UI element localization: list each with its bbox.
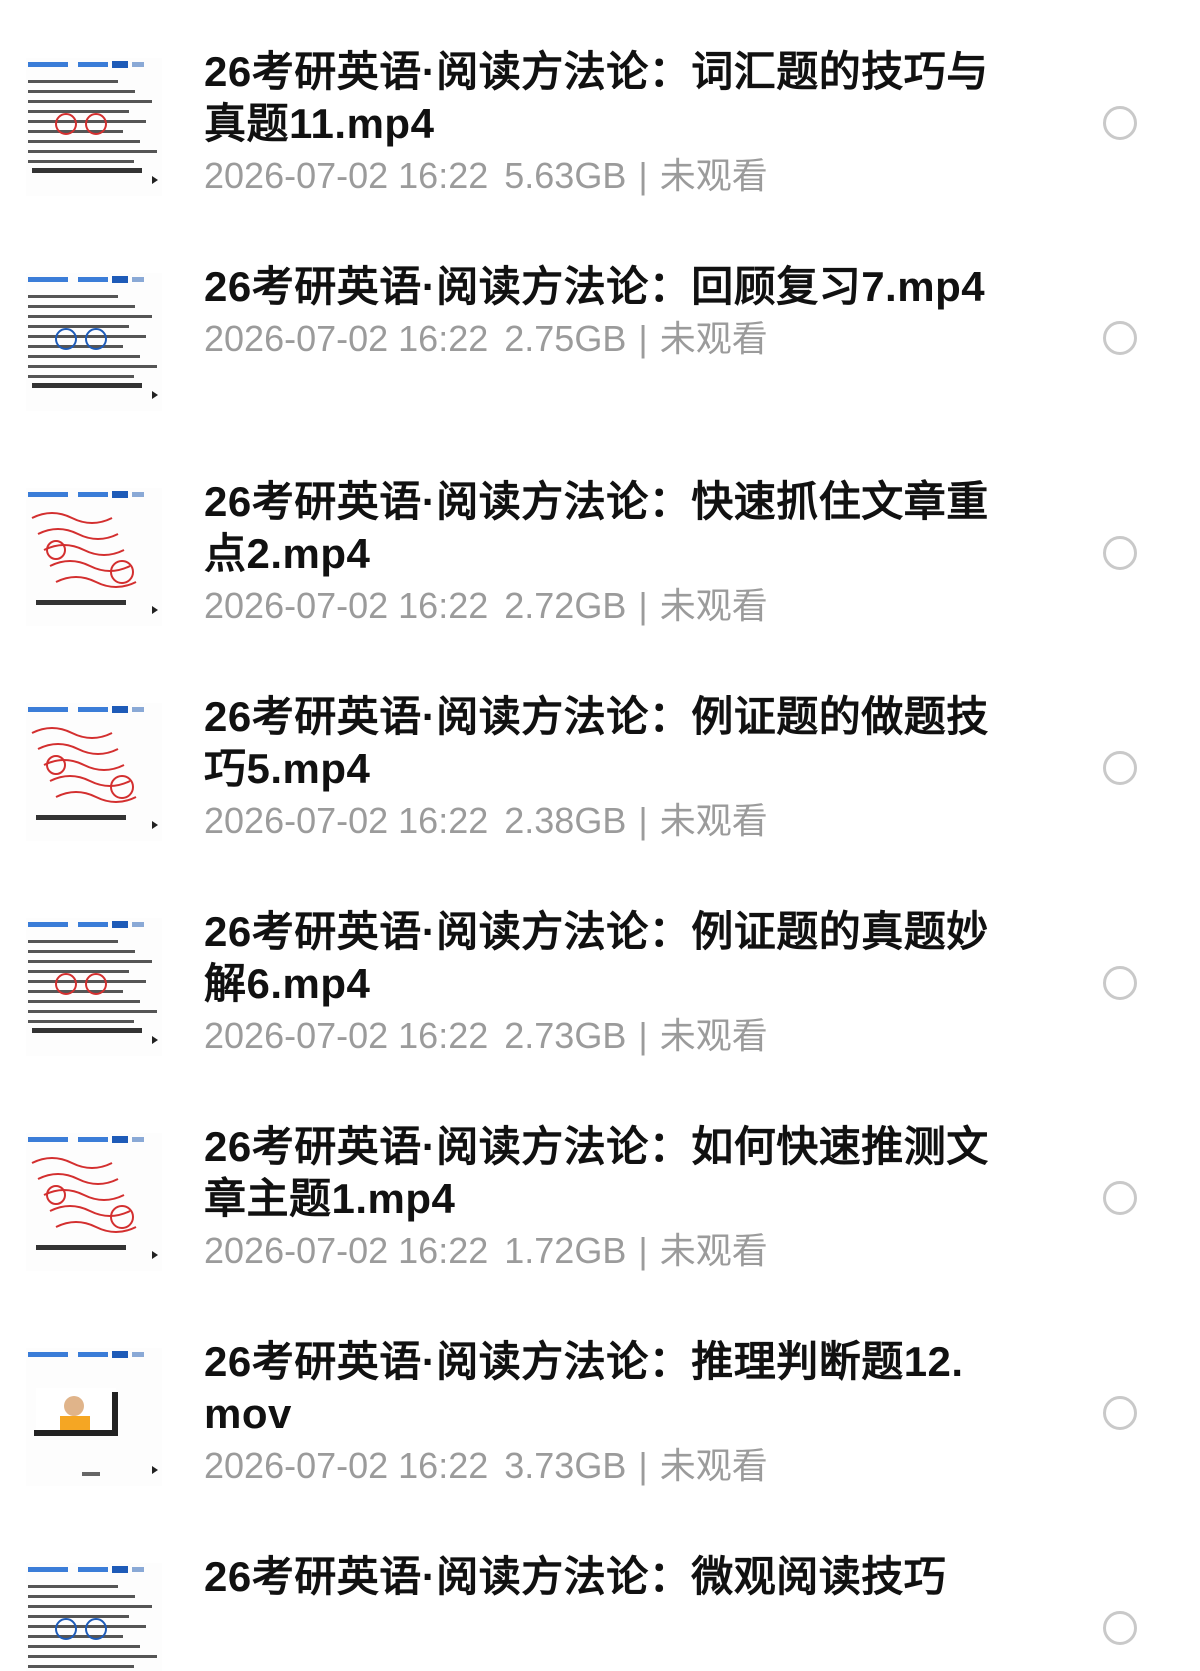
meta-separator: | <box>638 800 648 841</box>
watch-status: 未观看 <box>659 155 768 196</box>
modified-date: 2026-07-02 16:22 <box>204 1445 489 1486</box>
video-info: 26考研英语·阅读方法论：例证题的做题技巧5.mp4 2026-07-02 16:… <box>204 691 994 843</box>
modified-date: 2026-07-02 16:22 <box>204 1230 489 1271</box>
video-list-item[interactable]: 26考研英语·阅读方法论：快速抓住文章重点2.mp4 2026-07-02 16:… <box>0 430 1200 659</box>
video-title[interactable]: 26考研英语·阅读方法论：例证题的做题技巧5.mp4 <box>204 691 994 795</box>
meta-separator: | <box>638 155 648 196</box>
video-thumbnail[interactable] <box>26 1348 162 1486</box>
video-meta: 2026-07-02 16:22 2.38GB | 未观看 <box>204 799 994 843</box>
meta-separator: | <box>638 1230 648 1271</box>
watch-status: 未观看 <box>659 1015 768 1056</box>
file-size: 2.38GB <box>504 800 627 841</box>
thumbnail-graphic <box>26 918 162 1056</box>
file-size: 2.72GB <box>504 585 627 626</box>
select-radio-button[interactable] <box>1103 536 1137 570</box>
modified-date: 2026-07-02 16:22 <box>204 1015 489 1056</box>
meta-separator: | <box>638 585 648 626</box>
video-thumbnail[interactable] <box>26 703 162 841</box>
file-size: 2.75GB <box>504 318 627 359</box>
video-list-item[interactable]: 26考研英语·阅读方法论：词汇题的技巧与真题11.mp4 2026-07-02 1… <box>0 0 1200 229</box>
video-title[interactable]: 26考研英语·阅读方法论：例证题的真题妙解6.mp4 <box>204 906 994 1010</box>
file-size: 3.73GB <box>504 1445 627 1486</box>
video-info: 26考研英语·阅读方法论：例证题的真题妙解6.mp4 2026-07-02 16:… <box>204 906 994 1058</box>
video-thumbnail[interactable] <box>26 1563 162 1671</box>
thumbnail-graphic <box>26 1563 162 1671</box>
video-meta: 2026-07-02 16:22 1.72GB | 未观看 <box>204 1229 994 1273</box>
video-title[interactable]: 26考研英语·阅读方法论：词汇题的技巧与真题11.mp4 <box>204 46 994 150</box>
video-info: 26考研英语·阅读方法论：快速抓住文章重点2.mp4 2026-07-02 16:… <box>204 476 994 628</box>
video-title[interactable]: 26考研英语·阅读方法论：快速抓住文章重点2.mp4 <box>204 476 994 580</box>
video-meta: 2026-07-02 16:22 5.63GB | 未观看 <box>204 154 994 198</box>
thumbnail-graphic <box>26 1133 162 1271</box>
video-meta: 2026-07-02 16:22 3.73GB | 未观看 <box>204 1444 994 1488</box>
video-info: 26考研英语·阅读方法论：微观阅读技巧 <box>204 1551 994 1651</box>
watch-status: 未观看 <box>659 800 768 841</box>
video-thumbnail[interactable] <box>26 488 162 626</box>
video-title[interactable]: 26考研英语·阅读方法论：如何快速推测文章主题1.mp4 <box>204 1121 994 1225</box>
video-list-item[interactable]: 26考研英语·阅读方法论：如何快速推测文章主题1.mp4 2026-07-02 1… <box>0 1075 1200 1304</box>
video-file-list: 26考研英语·阅读方法论：词汇题的技巧与真题11.mp4 2026-07-02 1… <box>0 0 1200 1671</box>
file-size: 5.63GB <box>504 155 627 196</box>
modified-date: 2026-07-02 16:22 <box>204 155 489 196</box>
select-radio-button[interactable] <box>1103 1396 1137 1430</box>
modified-date: 2026-07-02 16:22 <box>204 585 489 626</box>
thumbnail-graphic <box>26 488 162 626</box>
select-radio-button[interactable] <box>1103 106 1137 140</box>
watch-status: 未观看 <box>659 585 768 626</box>
thumbnail-graphic <box>26 1348 162 1486</box>
select-radio-button[interactable] <box>1103 966 1137 1000</box>
video-thumbnail[interactable] <box>26 58 162 196</box>
video-info: 26考研英语·阅读方法论：推理判断题12.mov 2026-07-02 16:22… <box>204 1336 994 1488</box>
select-radio-button[interactable] <box>1103 1611 1137 1645</box>
video-list-item[interactable]: 26考研英语·阅读方法论：微观阅读技巧 <box>0 1505 1200 1671</box>
meta-separator: | <box>638 1445 648 1486</box>
video-thumbnail[interactable] <box>26 918 162 1056</box>
video-info: 26考研英语·阅读方法论：如何快速推测文章主题1.mp4 2026-07-02 1… <box>204 1121 994 1273</box>
select-radio-button[interactable] <box>1103 321 1137 355</box>
select-radio-button[interactable] <box>1103 1181 1137 1215</box>
video-title[interactable]: 26考研英语·阅读方法论：微观阅读技巧 <box>204 1551 994 1603</box>
select-radio-button[interactable] <box>1103 751 1137 785</box>
thumbnail-graphic <box>26 703 162 841</box>
file-size: 1.72GB <box>504 1230 627 1271</box>
video-meta: 2026-07-02 16:22 2.75GB | 未观看 <box>204 317 994 361</box>
video-info: 26考研英语·阅读方法论：回顾复习7.mp4 2026-07-02 16:22 2.… <box>204 261 994 361</box>
video-list-item[interactable]: 26考研英语·阅读方法论：例证题的做题技巧5.mp4 2026-07-02 16:… <box>0 645 1200 874</box>
video-meta: 2026-07-02 16:22 2.73GB | 未观看 <box>204 1014 994 1058</box>
watch-status: 未观看 <box>659 318 768 359</box>
video-meta <box>204 1607 994 1651</box>
modified-date: 2026-07-02 16:22 <box>204 800 489 841</box>
video-thumbnail[interactable] <box>26 1133 162 1271</box>
video-info: 26考研英语·阅读方法论：词汇题的技巧与真题11.mp4 2026-07-02 1… <box>204 46 994 198</box>
video-title[interactable]: 26考研英语·阅读方法论：回顾复习7.mp4 <box>204 261 994 313</box>
modified-date: 2026-07-02 16:22 <box>204 318 489 359</box>
video-list-item[interactable]: 26考研英语·阅读方法论：例证题的真题妙解6.mp4 2026-07-02 16:… <box>0 860 1200 1089</box>
meta-separator: | <box>638 318 648 359</box>
video-list-item[interactable]: 26考研英语·阅读方法论：推理判断题12.mov 2026-07-02 16:22… <box>0 1290 1200 1519</box>
thumbnail-graphic <box>26 58 162 196</box>
video-meta: 2026-07-02 16:22 2.72GB | 未观看 <box>204 584 994 628</box>
video-list-item[interactable]: 26考研英语·阅读方法论：回顾复习7.mp4 2026-07-02 16:22 2.… <box>0 215 1200 444</box>
file-size: 2.73GB <box>504 1015 627 1056</box>
watch-status: 未观看 <box>659 1445 768 1486</box>
thumbnail-graphic <box>26 273 162 411</box>
meta-separator: | <box>638 1015 648 1056</box>
watch-status: 未观看 <box>659 1230 768 1271</box>
video-title[interactable]: 26考研英语·阅读方法论：推理判断题12.mov <box>204 1336 994 1440</box>
video-thumbnail[interactable] <box>26 273 162 411</box>
